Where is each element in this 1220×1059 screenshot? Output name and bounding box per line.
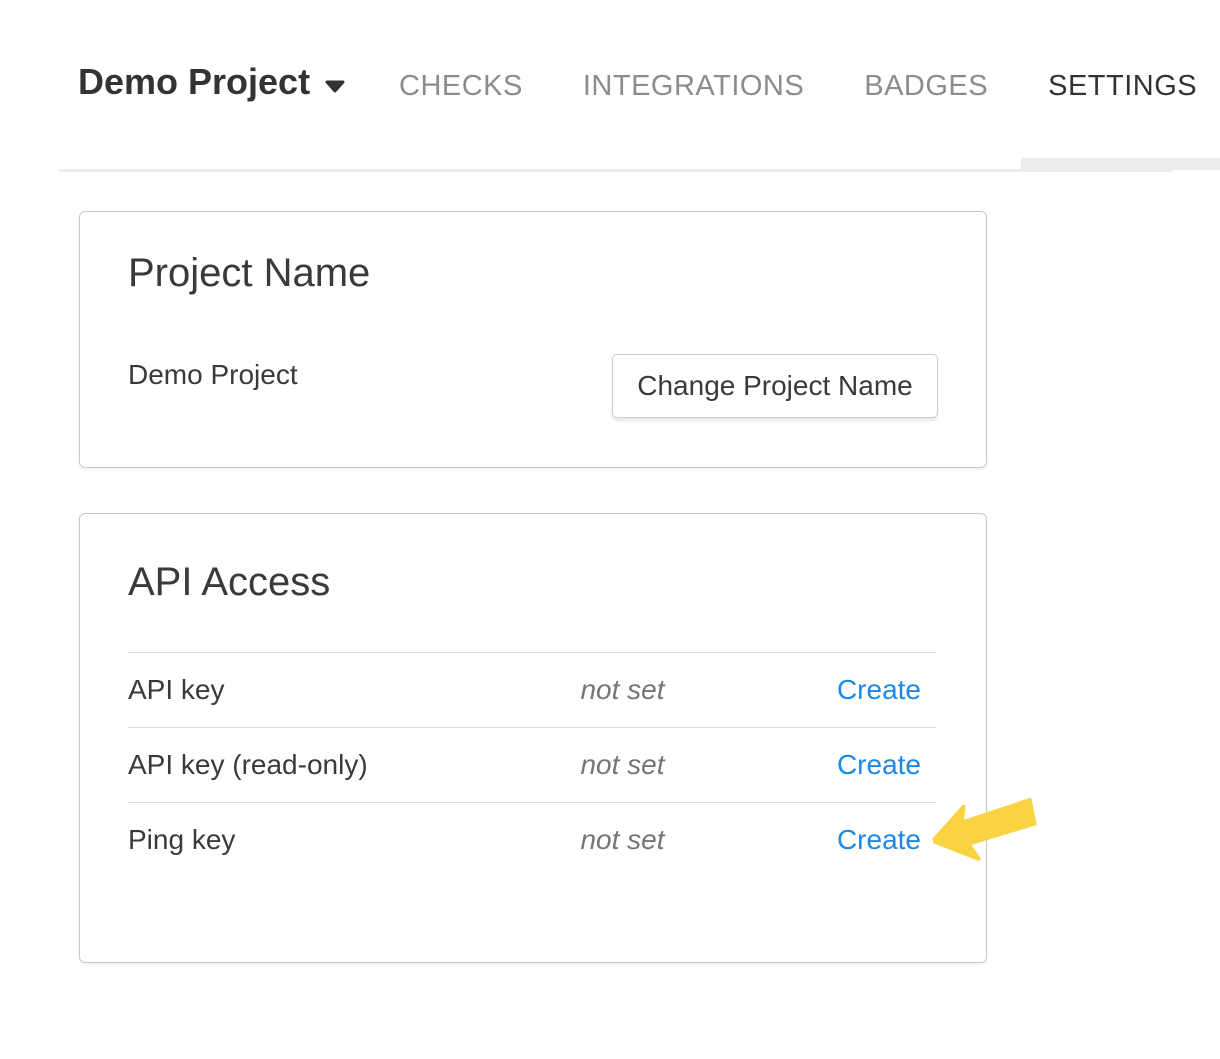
nav-divider [59, 169, 1172, 172]
tab-checks[interactable]: CHECKS [399, 71, 523, 101]
tab-settings-label: SETTINGS [1048, 70, 1197, 102]
tab-settings[interactable]: SETTINGS [1048, 71, 1197, 101]
ping-key-value: not set [580, 824, 790, 856]
ping-key-create-link[interactable]: Create [837, 824, 921, 855]
project-switcher[interactable]: Demo Project [78, 62, 345, 102]
project-name-card-title: Project Name [128, 251, 370, 295]
tab-badges-label: BADGES [864, 70, 988, 102]
current-project-name: Demo Project [128, 355, 298, 395]
api-key-create-link[interactable]: Create [837, 674, 921, 705]
change-project-name-button[interactable]: Change Project Name [612, 354, 938, 418]
api-key-label: API key [128, 674, 580, 706]
api-key-read-only-create-link[interactable]: Create [837, 749, 921, 780]
project-name-card: Project Name Demo Project Change Project… [79, 211, 987, 468]
api-keys-table: API key not set Create API key (read-onl… [128, 652, 936, 877]
api-key-read-only-label: API key (read-only) [128, 749, 580, 781]
tab-integrations[interactable]: INTEGRATIONS [583, 71, 804, 101]
top-nav: CHECKS INTEGRATIONS BADGES SETTINGS [399, 71, 1197, 101]
tab-checks-label: CHECKS [399, 70, 523, 102]
ping-key-label: Ping key [128, 824, 580, 856]
tab-badges[interactable]: BADGES [864, 71, 988, 101]
table-row-api-key: API key not set Create [128, 652, 936, 727]
api-access-card-title: API Access [128, 560, 330, 604]
api-key-value: not set [580, 674, 790, 706]
table-row-ping-key: Ping key not set Create [128, 802, 936, 877]
api-access-card: API Access API key not set Create API ke… [79, 513, 987, 963]
project-switcher-label: Demo Project [78, 62, 310, 102]
api-key-read-only-value: not set [580, 749, 790, 781]
caret-down-icon [325, 80, 345, 93]
table-row-api-key-read-only: API key (read-only) not set Create [128, 727, 936, 802]
tab-integrations-label: INTEGRATIONS [583, 70, 804, 102]
